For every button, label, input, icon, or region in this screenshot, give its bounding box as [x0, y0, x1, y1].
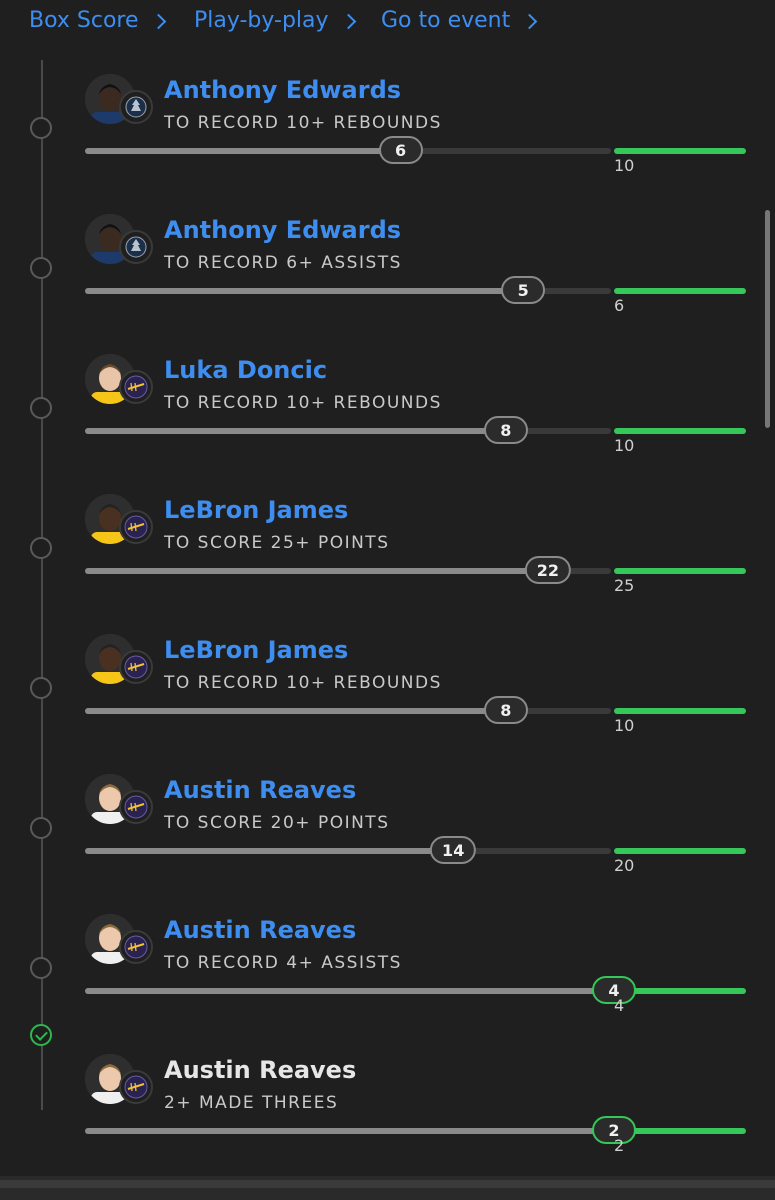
player-name[interactable]: Luka Doncic	[164, 356, 327, 384]
target-segment	[614, 568, 746, 574]
lakers-logo-icon	[119, 510, 153, 544]
status-circle-icon	[30, 537, 52, 559]
current-value-pill: 6	[378, 136, 423, 164]
target-value: 10	[614, 716, 635, 735]
parlay-leg-row[interactable]: Anthony Edwards TO RECORD 6+ ASSISTS 5 6	[0, 214, 775, 354]
bottom-divider	[0, 1176, 775, 1200]
target-value: 10	[614, 156, 635, 175]
lakers-logo-icon	[119, 650, 153, 684]
parlay-leg-row[interactable]: Luka Doncic TO RECORD 10+ REBOUNDS 8 10	[0, 354, 775, 494]
target-value: 2	[614, 1136, 625, 1155]
lakers-logo-icon	[119, 1070, 153, 1104]
prop-description: TO RECORD 6+ ASSISTS	[164, 253, 402, 273]
go-to-event-link[interactable]: Go to event	[381, 8, 538, 33]
parlay-leg-row[interactable]: Austin Reaves 2+ MADE THREES 2 2	[0, 1024, 775, 1194]
parlay-leg-row[interactable]: Austin Reaves TO RECORD 4+ ASSISTS 4 4	[0, 914, 775, 1054]
lakers-logo-icon	[119, 370, 153, 404]
prop-description: 2+ MADE THREES	[164, 1093, 339, 1113]
chevron-right-icon	[340, 13, 356, 30]
parlay-leg-row[interactable]: LeBron James TO SCORE 25+ POINTS 22 25	[0, 494, 775, 634]
player-name[interactable]: LeBron James	[164, 496, 348, 524]
target-value: 10	[614, 436, 635, 455]
lakers-logo-icon	[119, 790, 153, 824]
prop-description: TO RECORD 4+ ASSISTS	[164, 953, 402, 973]
chevron-right-icon	[150, 13, 166, 30]
player-name: Austin Reaves	[164, 1056, 357, 1084]
top-navigation: Box Score Play-by-play Go to event	[0, 0, 775, 46]
target-segment	[614, 428, 746, 434]
parlay-leg-list: Box Score Play-by-play Go to event Antho…	[0, 0, 775, 1200]
box-score-label: Box Score	[29, 8, 139, 33]
player-name[interactable]: Anthony Edwards	[164, 216, 401, 244]
target-segment	[614, 148, 746, 154]
target-segment	[614, 288, 746, 294]
progress-fill	[85, 568, 548, 574]
current-value-pill: 8	[483, 416, 528, 444]
check-circle-icon	[30, 1024, 52, 1046]
play-by-play-label: Play-by-play	[194, 8, 329, 33]
status-circle-icon	[30, 117, 52, 139]
player-name[interactable]: Austin Reaves	[164, 916, 356, 944]
target-value: 4	[614, 996, 625, 1015]
progress-track	[85, 1128, 611, 1134]
progress-track	[85, 988, 611, 994]
progress-track	[85, 848, 611, 854]
progress-fill	[85, 708, 506, 714]
progress-fill	[85, 988, 611, 994]
parlay-leg-row[interactable]: LeBron James TO RECORD 10+ REBOUNDS 8 10	[0, 634, 775, 774]
progress-track	[85, 708, 611, 714]
prop-description: TO SCORE 25+ POINTS	[164, 533, 390, 553]
prop-description: TO SCORE 20+ POINTS	[164, 813, 390, 833]
status-circle-icon	[30, 677, 52, 699]
lakers-logo-icon	[119, 930, 153, 964]
status-circle-icon	[30, 957, 52, 979]
prop-description: TO RECORD 10+ REBOUNDS	[164, 393, 442, 413]
current-value-pill: 22	[524, 556, 572, 584]
target-segment	[614, 848, 746, 854]
current-value-pill: 14	[430, 836, 477, 864]
progress-track	[85, 148, 611, 154]
status-circle-icon	[30, 257, 52, 279]
prop-description: TO RECORD 10+ REBOUNDS	[164, 673, 442, 693]
progress-fill	[85, 428, 506, 434]
progress-track	[85, 428, 611, 434]
play-by-play-link[interactable]: Play-by-play	[194, 8, 356, 33]
current-value-pill: 8	[483, 696, 528, 724]
target-segment	[614, 708, 746, 714]
prop-description: TO RECORD 10+ REBOUNDS	[164, 113, 442, 133]
status-circle-icon	[30, 817, 52, 839]
target-value: 20	[614, 856, 635, 875]
player-name[interactable]: LeBron James	[164, 636, 348, 664]
progress-fill	[85, 288, 524, 294]
go-to-event-label: Go to event	[381, 8, 511, 33]
player-name[interactable]: Anthony Edwards	[164, 76, 401, 104]
progress-fill	[85, 848, 454, 854]
status-circle-icon	[30, 397, 52, 419]
target-value: 25	[614, 576, 635, 595]
progress-fill	[85, 148, 401, 154]
parlay-leg-row[interactable]: Austin Reaves TO SCORE 20+ POINTS 14 20	[0, 774, 775, 914]
progress-fill	[85, 1128, 611, 1134]
current-value-pill: 5	[501, 276, 546, 304]
scrollbar[interactable]	[765, 210, 770, 428]
box-score-link[interactable]: Box Score	[29, 8, 166, 33]
parlay-leg-row[interactable]: Anthony Edwards TO RECORD 10+ REBOUNDS 6 10	[0, 74, 775, 214]
chevron-right-icon	[521, 13, 538, 30]
target-value: 6	[614, 296, 625, 315]
timberwolves-logo-icon	[119, 230, 153, 264]
player-name[interactable]: Austin Reaves	[164, 776, 356, 804]
timberwolves-logo-icon	[119, 90, 153, 124]
